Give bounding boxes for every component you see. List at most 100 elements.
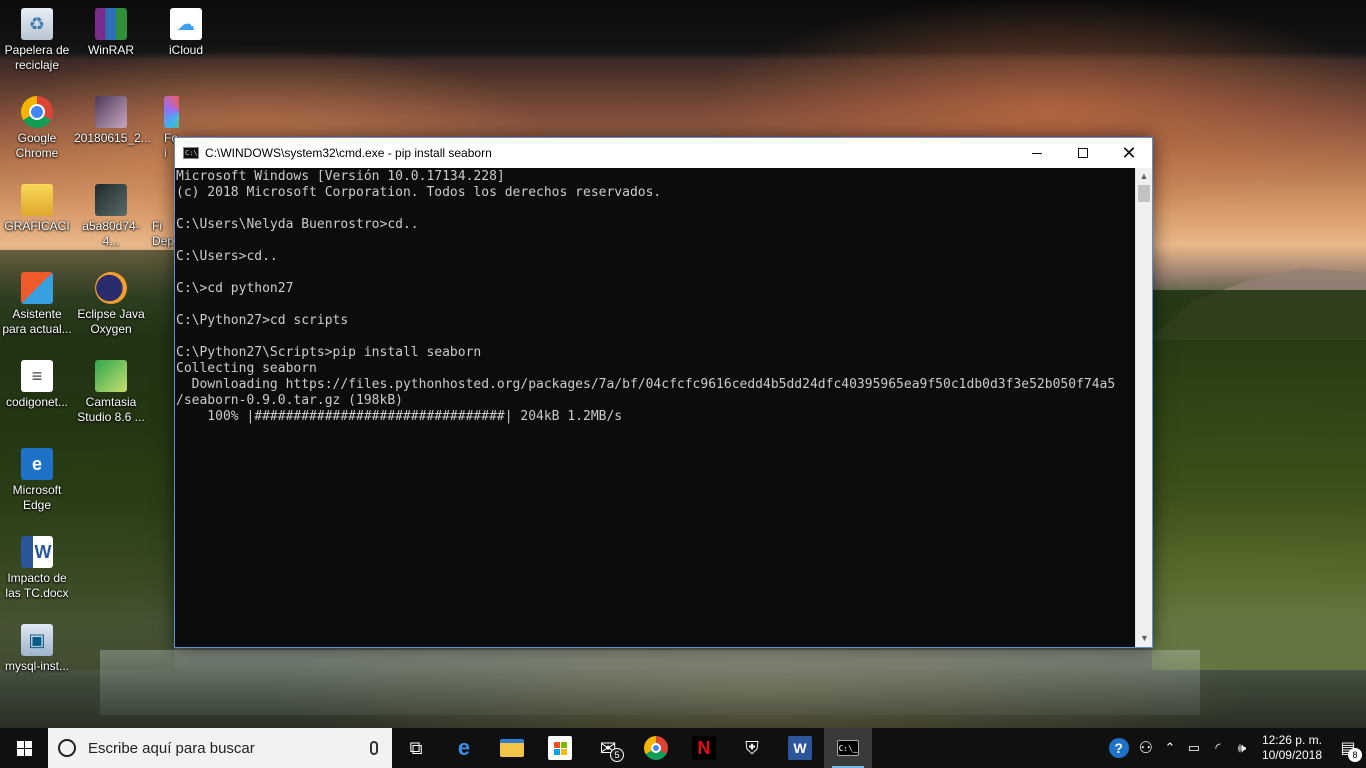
folder-icon	[500, 739, 524, 757]
battery-button[interactable]: ▭	[1182, 728, 1206, 768]
taskbar-task-view[interactable]: ⧉	[392, 728, 440, 768]
close-button[interactable]: ✕	[1106, 138, 1152, 168]
image-file-icon	[95, 184, 127, 216]
console-line: C:\Python27\Scripts>pip install seaborn	[176, 345, 482, 360]
desktop-icon-mysql-installer[interactable]: ▣ mysql-inst...	[0, 624, 74, 674]
console-line: 100% |################################| …	[176, 409, 623, 424]
start-button[interactable]	[0, 728, 48, 768]
desktop-icon-label: codigonet...	[5, 395, 69, 409]
clock[interactable]: 12:26 p. m. 10/09/2018	[1254, 728, 1330, 768]
cmd-window-title: C:\WINDOWS\system32\cmd.exe - pip instal…	[205, 146, 492, 160]
desktop-icon-icloud[interactable]: ☁ iCloud	[149, 8, 223, 58]
scroll-up-arrow-icon[interactable]: ▲	[1136, 168, 1152, 185]
volume-icon: 🕪	[1237, 740, 1247, 755]
taskbar-file-explorer[interactable]	[488, 728, 536, 768]
netflix-icon: N	[692, 736, 716, 760]
cmd-app-icon[interactable]: C:\	[183, 147, 199, 159]
desktop-icon-label: iCloud	[168, 43, 204, 57]
desktop-icon-update-assistant[interactable]: Asistente para actual...	[0, 272, 74, 337]
desktop-icon-recycle-bin[interactable]: ♻ Papelera de reciclaje	[0, 8, 74, 73]
notification-count: 8	[1348, 748, 1362, 762]
desktop-icon-label: Papelera de reciclaje	[4, 43, 70, 72]
cmd-icon: C:\_	[837, 740, 859, 756]
desktop-icon-eclipse[interactable]: Eclipse Java Oxygen	[74, 272, 148, 337]
people-icon: ⚇	[1138, 740, 1153, 757]
maximize-icon	[1078, 148, 1088, 158]
windows-update-assistant-icon	[21, 272, 53, 304]
console-line: Downloading https://files.pythonhosted.o…	[176, 377, 1116, 392]
desktop-icon-graficaci[interactable]: GRAFICACI	[0, 184, 74, 234]
desktop-icon-label: Eclipse Java Oxygen	[77, 307, 145, 336]
taskbar-store[interactable]	[536, 728, 584, 768]
console-scrollbar[interactable]: ▲ ▼	[1135, 168, 1152, 647]
winrar-icon	[95, 8, 127, 40]
taskbar-security[interactable]: ⛨	[728, 728, 776, 768]
console-line: Collecting seaborn	[176, 361, 317, 376]
people-button[interactable]: ⚇	[1134, 728, 1158, 768]
chrome-icon	[21, 96, 53, 128]
word-document-icon: W	[21, 536, 53, 568]
console-line: C:\Python27>cd scripts	[176, 313, 349, 328]
desktop-icon-image-file[interactable]: a5a80d74-4...	[74, 184, 148, 249]
wallpaper-lake	[100, 650, 1200, 715]
clock-time: 12:26 p. m.	[1261, 733, 1322, 747]
desktop-icon-label: Impacto de las TC.docx	[5, 571, 69, 600]
desktop-icon-photo-file[interactable]: 20180615_2...	[74, 96, 151, 146]
show-hidden-icons-button[interactable]: ⌃	[1158, 728, 1182, 768]
cmd-titlebar[interactable]: C:\ C:\WINDOWS\system32\cmd.exe - pip in…	[175, 138, 1152, 168]
scrollbar-thumb[interactable]	[1138, 185, 1150, 202]
cmd-window[interactable]: C:\ C:\WINDOWS\system32\cmd.exe - pip in…	[174, 137, 1153, 648]
console-line: C:\Users>cd..	[176, 249, 278, 264]
photo-file-icon	[95, 96, 127, 128]
desktop-icon-label: Google Chrome	[15, 131, 59, 160]
icloud-icon: ☁	[170, 8, 202, 40]
desktop-icon-word-document[interactable]: W Impacto de las TC.docx	[0, 536, 74, 601]
system-tray: ? ⚇ ⌃ ▭ ◜ 🕪 12:26 p. m. 10/09/2018 ▤ 8	[1104, 728, 1366, 768]
text-file-icon: ≡	[21, 360, 53, 392]
taskbar-search-box[interactable]: Escribe aquí para buscar	[48, 728, 392, 768]
desktop-icon-label: WinRAR	[87, 43, 134, 57]
taskbar-word[interactable]: W	[776, 728, 824, 768]
taskbar-netflix[interactable]: N	[680, 728, 728, 768]
console-line: C:\Users\Nelyda Buenrostro>cd..	[176, 217, 419, 232]
action-center-button[interactable]: ▤ 8	[1330, 728, 1366, 768]
wifi-button[interactable]: ◜	[1206, 728, 1230, 768]
desktop-icon-google-chrome[interactable]: Google Chrome	[0, 96, 74, 161]
taskbar-chrome[interactable]	[632, 728, 680, 768]
mail-badge: 5	[610, 748, 624, 762]
desktop-icon-codigonet[interactable]: ≡ codigonet...	[0, 360, 74, 410]
desktop-icon-winrar[interactable]: WinRAR	[74, 8, 148, 58]
store-icon	[548, 736, 572, 760]
search-placeholder: Escribe aquí para buscar	[88, 739, 255, 757]
help-button[interactable]: ?	[1104, 728, 1134, 768]
shield-icon: ⛨	[745, 737, 759, 758]
desktop-icon-folder[interactable]: Fi Dep	[149, 184, 175, 249]
close-icon: ✕	[1121, 142, 1137, 163]
chrome-icon	[644, 736, 668, 760]
desktop-icon-label: Fi Dep	[152, 219, 175, 248]
volume-button[interactable]: 🕪	[1230, 728, 1254, 768]
maximize-button[interactable]	[1060, 138, 1106, 168]
desktop-icon-microsoft-edge[interactable]: e Microsoft Edge	[0, 448, 74, 513]
microphone-icon[interactable]	[370, 741, 378, 755]
task-view-icon: ⧉	[409, 737, 423, 758]
console-line: /seaborn-0.9.0.tar.gz (198kB)	[176, 393, 403, 408]
taskbar-cmd[interactable]: C:\_	[824, 728, 872, 768]
desktop-icon-label: GRAFICACI	[4, 219, 70, 233]
scroll-down-arrow-icon[interactable]: ▼	[1136, 630, 1153, 647]
desktop-icon-camtasia[interactable]: Camtasia Studio 8.6 ...	[74, 360, 148, 425]
edge-icon: e	[457, 735, 471, 760]
clock-date: 10/09/2018	[1261, 748, 1322, 762]
desktop-icon-label: Asistente para actual...	[2, 307, 72, 336]
taskbar-mail[interactable]: ✉ 5	[584, 728, 632, 768]
minimize-button[interactable]	[1014, 138, 1060, 168]
taskbar-edge[interactable]: e	[440, 728, 488, 768]
mysql-installer-icon: ▣	[21, 624, 53, 656]
windows-logo-icon	[16, 740, 32, 756]
console-output[interactable]: Microsoft Windows [Versión 10.0.17134.22…	[175, 168, 1136, 647]
battery-icon: ▭	[1187, 740, 1201, 755]
